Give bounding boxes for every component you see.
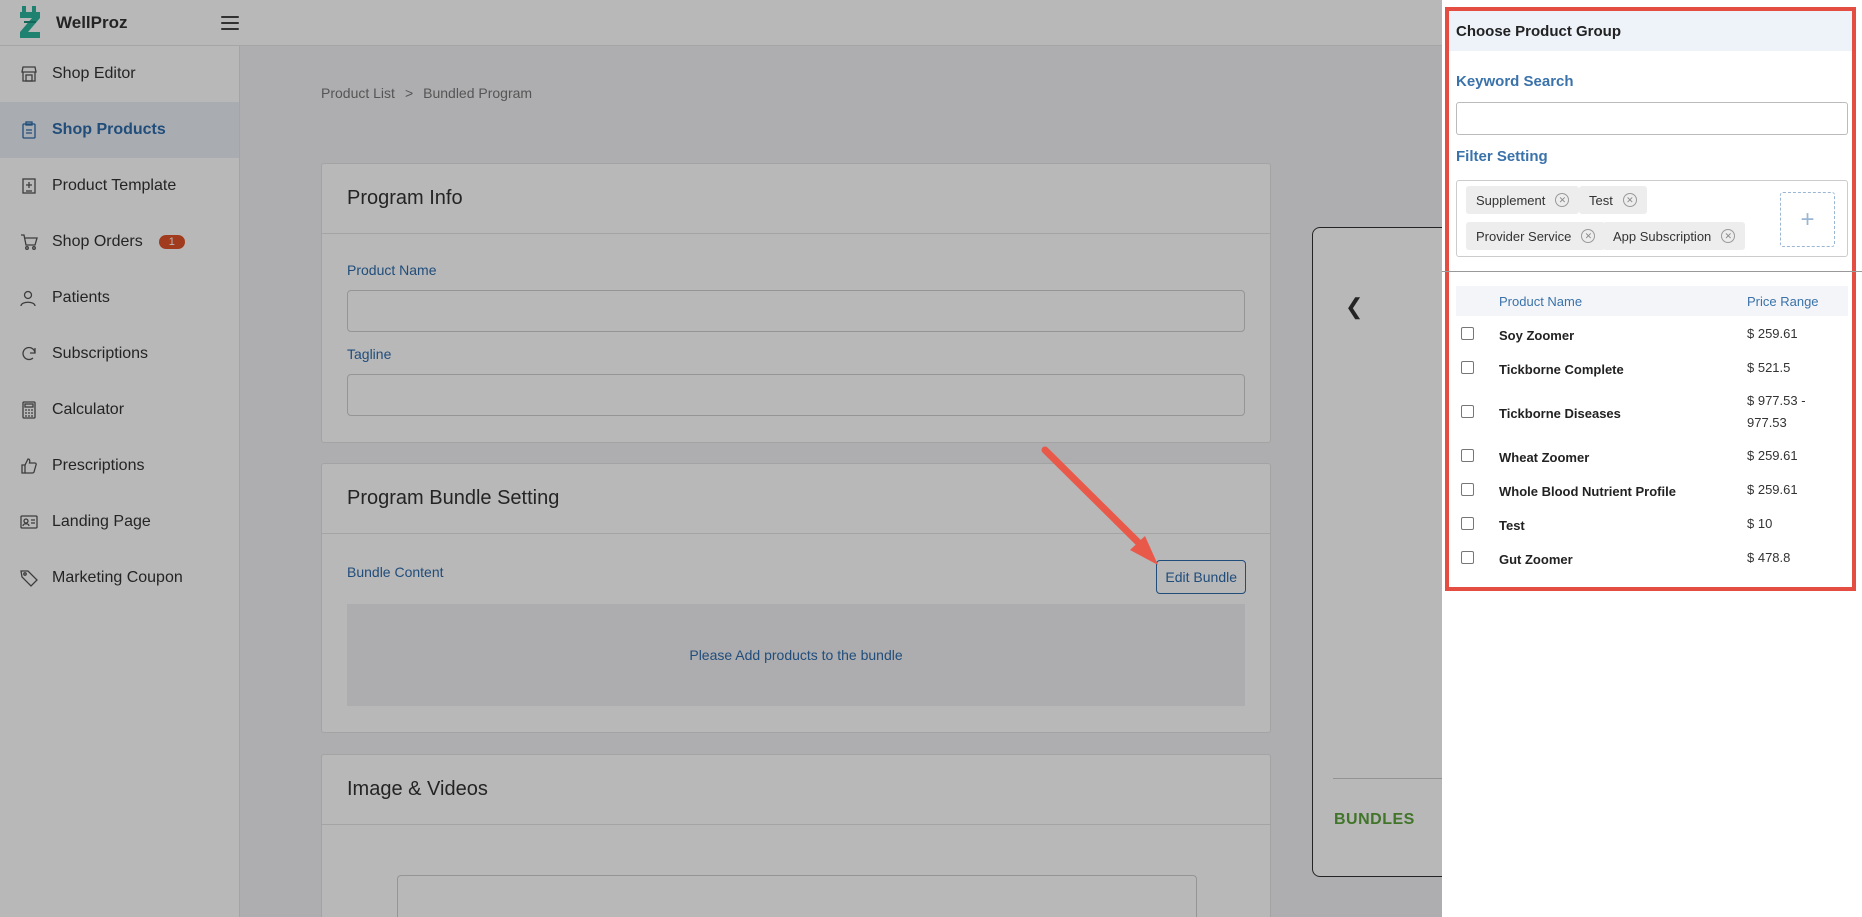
- product-name: Whole Blood Nutrient Profile: [1499, 484, 1676, 499]
- keyword-search-input[interactable]: [1456, 102, 1848, 135]
- close-icon[interactable]: ✕: [1622, 193, 1637, 207]
- table-row: Tickborne Diseases $ 977.53 - 977.53: [1456, 390, 1848, 434]
- filter-chip-supplement: Supplement ✕: [1466, 186, 1580, 214]
- product-name: Gut Zoomer: [1499, 552, 1573, 567]
- filter-chip-app-subscription: App Subscription ✕: [1603, 222, 1746, 250]
- filter-chip-provider-service: Provider Service ✕: [1466, 222, 1606, 250]
- product-price: $ 259.61: [1747, 326, 1798, 341]
- product-table-header: Product Name Price Range: [1456, 286, 1848, 316]
- row-checkbox[interactable]: [1461, 483, 1474, 496]
- product-name: Tickborne Complete: [1499, 362, 1624, 377]
- panel-title: Choose Product Group: [1449, 11, 1852, 51]
- annotation-arrow-icon: [1041, 446, 1158, 565]
- product-price: $ 259.61: [1747, 448, 1798, 463]
- table-row: Tickborne Complete $ 521.5: [1456, 357, 1848, 381]
- table-row: Whole Blood Nutrient Profile $ 259.61: [1456, 479, 1848, 503]
- table-row: Soy Zoomer $ 259.61: [1456, 323, 1848, 347]
- modal-backdrop[interactable]: [0, 0, 1442, 917]
- panel-divider: [1442, 271, 1862, 272]
- filter-chip-label: App Subscription: [1613, 228, 1712, 244]
- product-price: $ 521.5: [1747, 360, 1791, 375]
- filter-chip-label: Supplement: [1476, 192, 1546, 208]
- product-name: Soy Zoomer: [1499, 328, 1575, 343]
- close-icon[interactable]: ✕: [1581, 229, 1596, 243]
- row-checkbox[interactable]: [1461, 449, 1474, 462]
- column-price-range: Price Range: [1747, 294, 1819, 309]
- filter-chip-test: Test ✕: [1579, 186, 1647, 214]
- filter-setting-label: Filter Setting: [1456, 148, 1548, 165]
- product-name: Wheat Zoomer: [1499, 450, 1590, 465]
- table-row: Gut Zoomer $ 478.8: [1456, 547, 1848, 571]
- keyword-search-label: Keyword Search: [1456, 73, 1574, 90]
- close-icon[interactable]: ✕: [1721, 229, 1736, 243]
- filter-chip-label: Provider Service: [1476, 228, 1572, 244]
- row-checkbox[interactable]: [1461, 327, 1474, 340]
- product-price: $ 977.53 - 977.53: [1747, 393, 1806, 430]
- add-filter-button[interactable]: +: [1780, 192, 1835, 247]
- product-price: $ 259.61: [1747, 482, 1798, 497]
- filter-chip-label: Test: [1589, 192, 1613, 208]
- row-checkbox[interactable]: [1461, 361, 1474, 374]
- product-price: $ 478.8: [1747, 550, 1791, 565]
- product-price: $ 10: [1747, 516, 1773, 531]
- table-row: Wheat Zoomer $ 259.61: [1456, 445, 1848, 469]
- close-icon[interactable]: ✕: [1555, 193, 1570, 207]
- product-name: Tickborne Diseases: [1499, 406, 1621, 421]
- column-product-name: Product Name: [1499, 294, 1583, 309]
- row-checkbox[interactable]: [1461, 405, 1474, 418]
- row-checkbox[interactable]: [1461, 551, 1474, 564]
- table-row: Test $ 10: [1456, 513, 1848, 537]
- row-checkbox[interactable]: [1461, 517, 1474, 530]
- product-name: Test: [1499, 518, 1525, 533]
